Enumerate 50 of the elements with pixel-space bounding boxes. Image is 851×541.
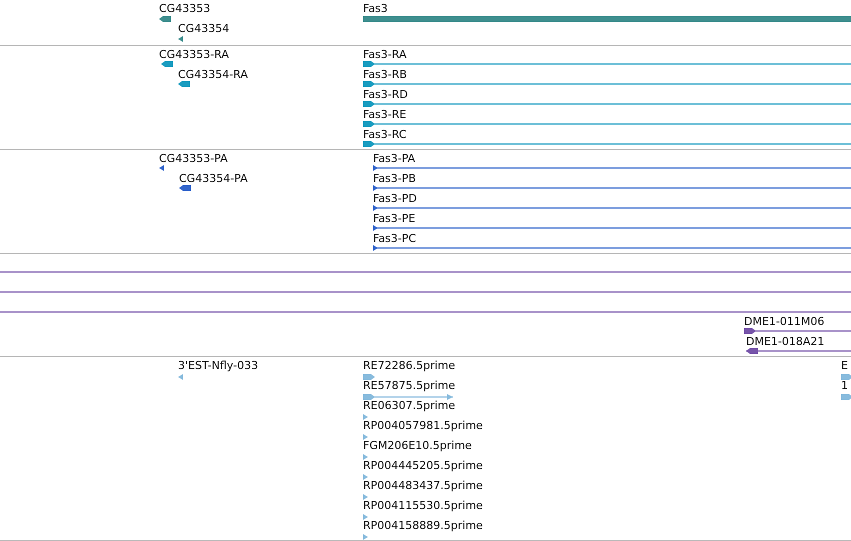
feature-label: Fas3-RA [363, 48, 406, 61]
feature-label: Fas3-PB [373, 172, 416, 185]
feature-line-drawing[interactable] [373, 164, 851, 172]
feature-line-drawing[interactable] [363, 120, 851, 128]
gene-bar[interactable] [363, 15, 851, 23]
feature-line-drawing[interactable] [744, 327, 851, 335]
feature-label: Fas3-RE [363, 108, 406, 121]
feature-label: CG43353 [159, 2, 210, 15]
feature-label: CG43354 [178, 22, 230, 35]
feature-label: Fas3-RC [363, 128, 407, 141]
feature-label: CG43354-PA [179, 172, 248, 185]
feature-line-drawing[interactable] [373, 244, 851, 252]
feature-line-drawing[interactable] [363, 80, 851, 88]
feature-label: CG43353-PA [159, 152, 228, 165]
feature-label: RP004115530.5prime [363, 499, 483, 512]
feature-line-drawing[interactable] [373, 204, 851, 212]
arrow-icon[interactable] [178, 35, 183, 43]
feature-label: Fas3-PA [373, 152, 416, 165]
feature-line-drawing[interactable] [373, 224, 851, 232]
feature-label: 3'EST-Nfly-033 [178, 359, 258, 372]
feature-label: 1 [841, 379, 848, 392]
feature-line-drawing[interactable] [363, 140, 851, 148]
feature-line-drawing[interactable] [746, 347, 851, 355]
feature-label: RP004445205.5prime [363, 459, 483, 472]
feature-label: DME1-011M06 [744, 315, 824, 328]
feature-label: Fas3-PE [373, 212, 416, 225]
feature-label: Fas3-RB [363, 68, 407, 81]
feature-label: RE06307.5prime [363, 399, 456, 412]
feature-label: CG43354-RA [178, 68, 248, 81]
arrow-icon[interactable] [159, 60, 173, 68]
feature-label: Fas3-RD [363, 88, 408, 101]
feature-label: Fas3-PD [373, 192, 417, 205]
feature-label: RP004057981.5prime [363, 419, 483, 432]
arrow-icon[interactable] [179, 184, 191, 192]
feature-label: CG43353-RA [159, 48, 229, 61]
arrow-icon[interactable] [159, 15, 171, 23]
arrow-icon[interactable] [178, 80, 190, 88]
feature-label: RP004483437.5prime [363, 479, 483, 492]
feature-label: RP004158889.5prime [363, 519, 483, 532]
feature-label: RE57875.5prime [363, 379, 456, 392]
arrow-icon[interactable] [159, 164, 164, 172]
feature-line-drawing[interactable] [363, 60, 851, 68]
feature-label: Fas3 [363, 2, 388, 15]
feature-line-drawing[interactable] [363, 100, 851, 108]
feature-label: FGM206E10.5prime [363, 439, 472, 452]
feature-label: E [841, 359, 848, 372]
feature-label: RE72286.5prime [363, 359, 456, 372]
feature-label: Fas3-PC [373, 232, 416, 245]
feature-label: DME1-018A21 [746, 335, 824, 348]
feature-line-drawing[interactable] [373, 184, 851, 192]
